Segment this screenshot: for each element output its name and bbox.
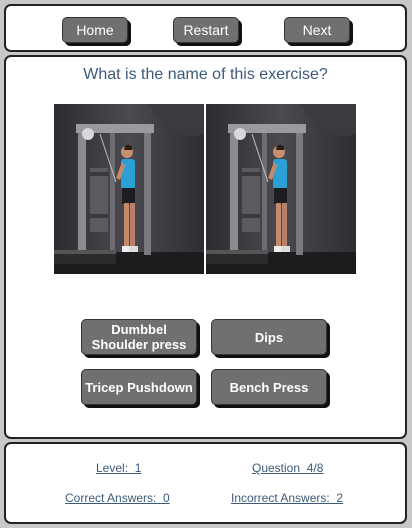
exercise-image	[54, 104, 357, 274]
stats-panel: Level: 1 Question 4/8 Correct Answers: 0…	[4, 442, 407, 524]
incorrect-answers-link[interactable]: Incorrect Answers: 2	[231, 491, 343, 505]
restart-button[interactable]: Restart	[173, 17, 239, 43]
correct-answers-link[interactable]: Correct Answers: 0	[65, 491, 170, 505]
answer-button-bench-press[interactable]: Bench Press	[211, 369, 327, 405]
question-text: What is the name of this exercise?	[83, 66, 328, 83]
answer-button-dips[interactable]: Dips	[211, 319, 327, 355]
answer-button-dumbbell-shoulder-press[interactable]: Dumbbel Shoulder press	[81, 319, 197, 355]
top-nav-panel: Home Restart Next	[4, 4, 407, 52]
level-link[interactable]: Level: 1	[96, 461, 141, 475]
question-progress-link[interactable]: Question 4/8	[252, 461, 323, 475]
home-button[interactable]: Home	[62, 17, 128, 43]
next-button[interactable]: Next	[284, 17, 350, 43]
quiz-panel: What is the name of this exercise? Dumbb…	[4, 55, 407, 439]
answer-button-tricep-pushdown[interactable]: Tricep Pushdown	[81, 369, 197, 405]
